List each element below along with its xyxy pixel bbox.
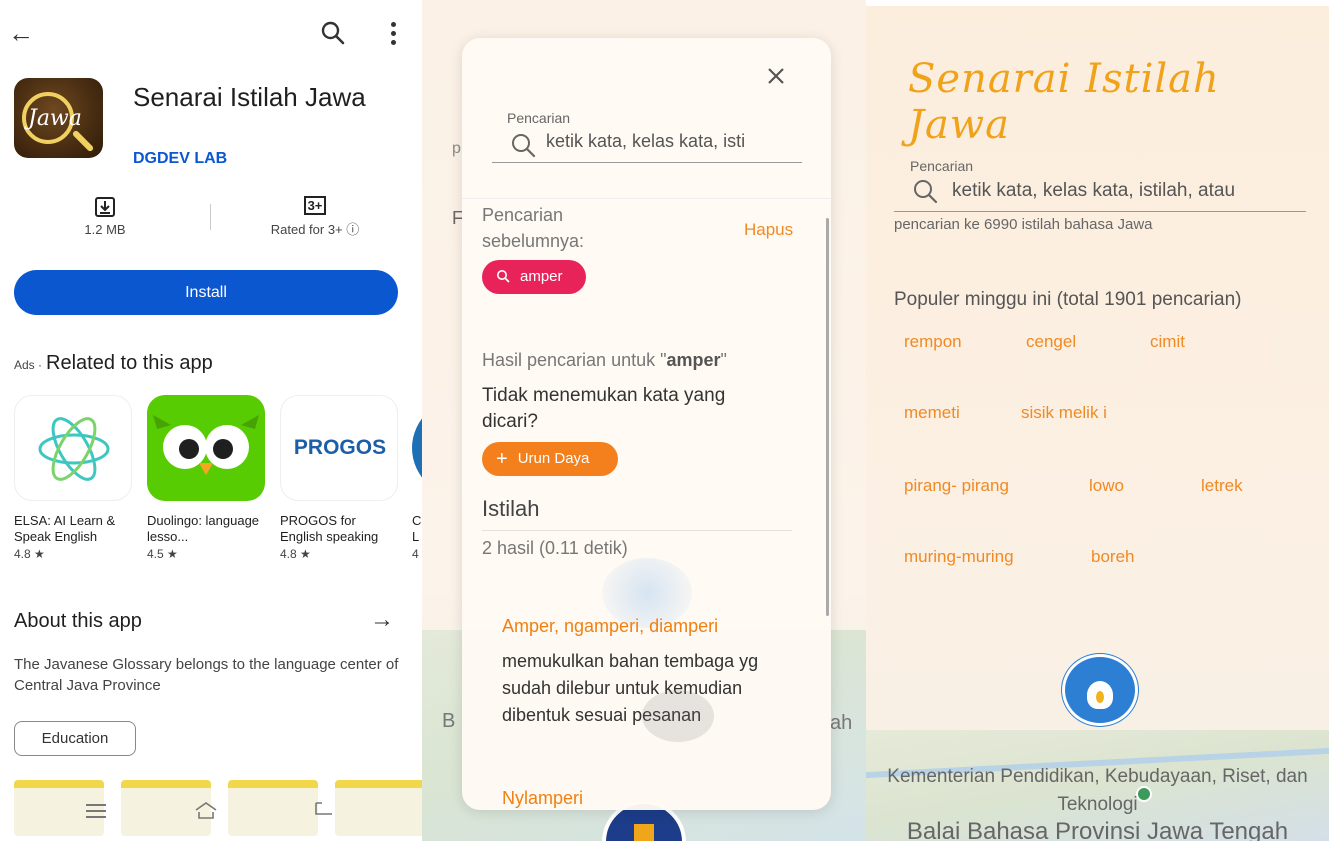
content-rating-label[interactable]: Rated for 3+ ⓘ [271, 222, 360, 237]
search-underline [894, 211, 1306, 212]
related-app-rating: 4.8 ★ [280, 547, 311, 561]
plus-icon: + [496, 448, 508, 470]
search-input[interactable]: ketik kata, kelas kata, istilah, atau [952, 180, 1312, 202]
popular-word-link[interactable]: pirang- pirang [904, 476, 1009, 496]
popular-title: Populer minggu ini (total 1901 pencarian… [894, 289, 1242, 310]
touch-indicator [642, 690, 714, 742]
previous-search-label: Pencarian sebelumnya: [482, 205, 585, 251]
not-found-prompt: Tidak menemukan kata yang dicari? [482, 385, 726, 432]
app-home-panel: Senarai Istilah Jawa Pencarian ketik kat… [866, 0, 1329, 841]
back-icon[interactable] [312, 800, 334, 818]
popular-word-link[interactable]: cimit [1150, 332, 1185, 352]
ministry-name: Kementerian Pendidikan, Kebudayaan, Rise… [887, 766, 1308, 815]
related-app-card[interactable]: ELSA: AI Learn & Speak English 4.8 ★ [14, 395, 134, 561]
contribute-button[interactable]: + Urun Daya [482, 442, 618, 476]
result-count: 2 hasil (0.11 detik) [482, 538, 628, 558]
scrollbar[interactable] [826, 218, 829, 616]
close-icon[interactable] [764, 64, 788, 88]
top-edge [866, 0, 1329, 6]
about-title: About this app [14, 610, 142, 632]
background-text: p [452, 140, 461, 157]
popular-word-link[interactable]: rempon [904, 332, 962, 352]
related-app-card[interactable]: PROGOS PROGOS for English speaking 4.8 ★ [280, 395, 400, 561]
progos-app-icon: PROGOS [280, 395, 398, 501]
result-query: amper [666, 350, 721, 370]
result-term[interactable]: Nylamperi [502, 788, 583, 809]
popular-word-link[interactable]: letrek [1201, 476, 1243, 496]
ministry-emblem-icon [1062, 654, 1138, 726]
ads-label: Ads · [14, 358, 43, 372]
app-title: Senarai Istilah Jawa [133, 82, 366, 112]
agency-name: Balai Bahasa Provinsi Jawa Tengah [906, 818, 1289, 841]
related-app-card[interactable]: Duolingo: language lesso... 4.5 ★ [147, 395, 267, 561]
previous-search-chip[interactable]: amper [482, 260, 586, 294]
related-app-name: C L [412, 513, 422, 544]
search-label: Pencarian [910, 158, 974, 174]
elsa-app-icon [14, 395, 132, 501]
popular-word-link[interactable]: muring-muring [904, 547, 1014, 567]
search-hint: pencarian ke 6990 istilah bahasa Jawa [894, 216, 1153, 233]
popular-word-link[interactable]: lowo [1089, 476, 1124, 496]
install-button[interactable]: Install [14, 270, 398, 315]
developer-link[interactable]: DGDEV LAB [133, 150, 227, 168]
related-app-name: PROGOS for English speaking [280, 513, 379, 544]
result-term[interactable]: Amper, ngamperi, diamperi [502, 616, 718, 637]
stat-divider [210, 204, 211, 230]
search-results-panel: p F B ah Pencarian ketik kata, kelas kat… [422, 0, 866, 841]
popular-word-link[interactable]: memeti [904, 403, 960, 423]
related-title: Related to this app [46, 352, 213, 374]
search-input[interactable]: ketik kata, kelas kata, isti [546, 131, 786, 152]
search-icon [512, 134, 536, 158]
related-app-rating: 4 [412, 547, 419, 561]
play-store-panel: ← Jawa Senarai Istilah Jawa DGDEV LAB 1.… [0, 0, 422, 841]
clear-history-button[interactable]: Hapus [744, 220, 793, 240]
category-chip[interactable]: Education [14, 721, 136, 756]
search-icon[interactable] [320, 20, 346, 46]
size-stat: 1.2 MB [70, 196, 140, 237]
related-app-name: ELSA: AI Learn & Speak English [14, 513, 116, 544]
home-app-title: Senarai Istilah Jawa [908, 56, 1220, 148]
home-icon[interactable] [194, 800, 218, 820]
search-label: Pencarian [507, 110, 571, 126]
store-top-bar: ← [0, 14, 422, 54]
app-icon-text: Jawa [28, 106, 82, 131]
rating-stat: 3+ Rated for 3+ ⓘ [250, 196, 380, 238]
arrow-right-icon[interactable]: → [370, 606, 394, 634]
app-icon: Jawa [14, 78, 103, 158]
popular-word-link[interactable]: sisik melik i [1021, 403, 1107, 423]
related-app-card[interactable]: C L 4 [412, 395, 422, 561]
popular-word-link[interactable]: boreh [1091, 547, 1134, 567]
related-app-rating: 4.8 ★ [14, 547, 45, 561]
recent-apps-icon[interactable] [86, 804, 106, 818]
back-arrow-icon[interactable]: ← [8, 18, 34, 49]
search-dialog: Pencarian ketik kata, kelas kata, isti P… [462, 38, 831, 810]
about-description: The Javanese Glossary belongs to the lan… [14, 656, 399, 694]
divider [462, 198, 831, 199]
size-value: 1.2 MB [84, 222, 126, 237]
search-icon [914, 180, 938, 204]
divider [482, 530, 792, 531]
search-icon [497, 270, 510, 283]
duolingo-app-icon [147, 395, 265, 501]
search-underline [492, 162, 802, 163]
related-heading: Ads · Related to this app [14, 352, 213, 375]
background-text: ah [830, 712, 853, 734]
more-options-icon[interactable] [383, 20, 403, 48]
system-nav-bar [0, 790, 422, 841]
popular-word-link[interactable]: cengel [1026, 332, 1076, 352]
contribute-label: Urun Daya [517, 450, 590, 467]
related-app-rating: 4.5 ★ [147, 547, 178, 561]
progos-logo-text: PROGOS [293, 436, 387, 459]
section-title: Istilah [482, 496, 540, 521]
related-app-name: Duolingo: language lesso... [147, 513, 260, 544]
download-icon [95, 197, 115, 217]
content-rating-badge: 3+ [303, 196, 327, 215]
background-text: B [442, 710, 456, 732]
result-heading: Hasil pencarian untuk "amper" [482, 350, 727, 370]
partial-app-icon [412, 395, 422, 501]
previous-search-chip-label: amper [520, 268, 563, 285]
